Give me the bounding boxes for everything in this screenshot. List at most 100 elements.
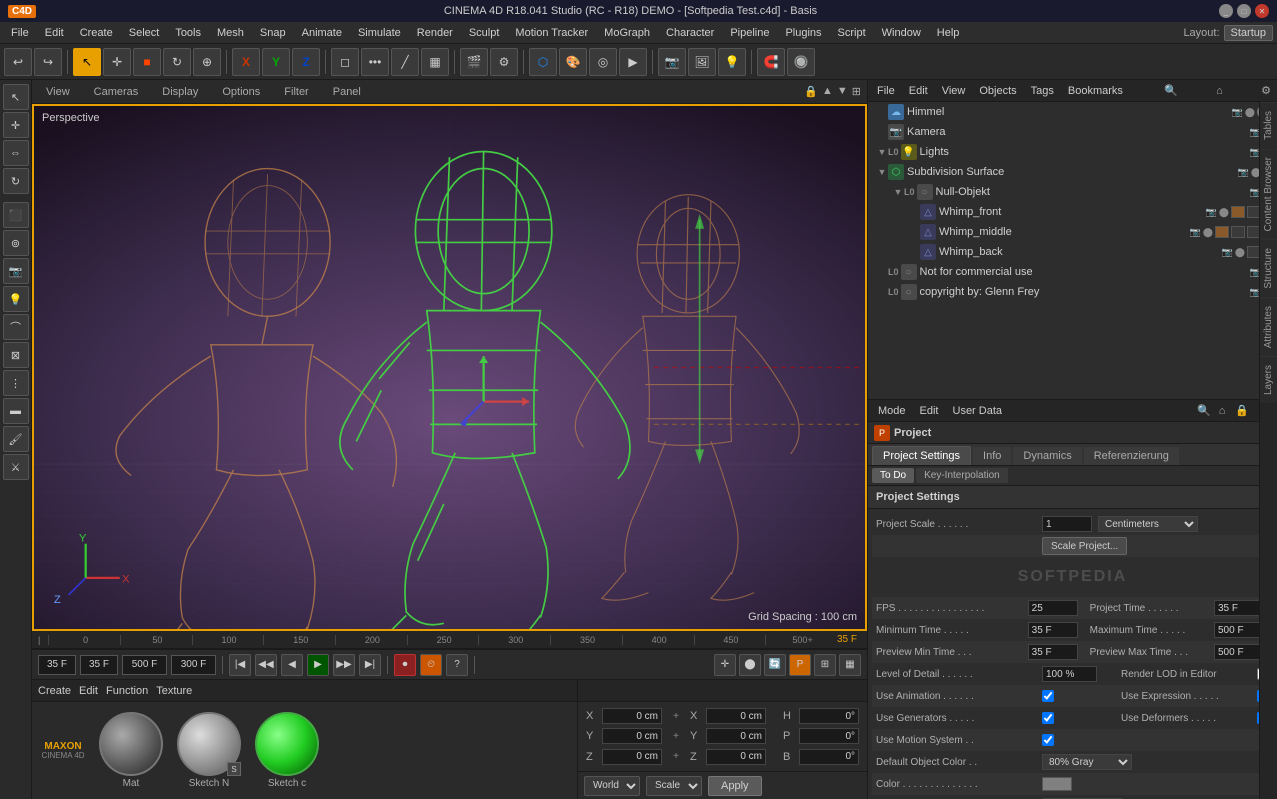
vp-icon-up[interactable]: ▲	[822, 85, 833, 98]
tool-cube[interactable]: ⬛	[3, 202, 29, 228]
tool-boole[interactable]: ⊠	[3, 342, 29, 368]
obj-row-whimp-front[interactable]: △ Whimp_front 📷 ⬤	[868, 202, 1277, 222]
record-transport[interactable]: ⬤	[739, 654, 761, 676]
attr-tab-info[interactable]: Info	[973, 447, 1011, 465]
menu-character[interactable]: Character	[659, 25, 721, 41]
menu-animate[interactable]: Animate	[295, 25, 349, 41]
material-sketch1[interactable]: S Sketch N	[174, 712, 244, 789]
vp-tab-filter[interactable]: Filter	[276, 84, 316, 100]
coord-b-input[interactable]	[799, 749, 859, 765]
menu-mograph[interactable]: MoGraph	[597, 25, 657, 41]
tool-rotate[interactable]: ↻	[3, 168, 29, 194]
axis-y[interactable]: Y	[262, 48, 290, 76]
layout-transport[interactable]: ▦	[839, 654, 861, 676]
vp-tab-options[interactable]: Options	[214, 84, 268, 100]
menu-help[interactable]: Help	[930, 25, 967, 41]
minimize-button[interactable]: _	[1219, 4, 1233, 18]
mat-menu-create[interactable]: Create	[38, 685, 71, 697]
menu-snap[interactable]: Snap	[253, 25, 293, 41]
attr-tab-referenzierung[interactable]: Referenzierung	[1084, 447, 1179, 465]
vert-tab-structure[interactable]: Structure	[1260, 239, 1277, 297]
coord-x-input[interactable]	[602, 708, 662, 724]
current-frame-input[interactable]	[80, 655, 118, 675]
attr-usemotion-checkbox[interactable]	[1042, 734, 1054, 746]
close-button[interactable]: ✕	[1255, 4, 1269, 18]
obj-menu-bookmarks[interactable]: Bookmarks	[1063, 83, 1128, 99]
attr-scale-input[interactable]	[1042, 516, 1092, 532]
undo-button[interactable]: ↩	[4, 48, 32, 76]
go-to-end[interactable]: ▶|	[359, 654, 381, 676]
menu-window[interactable]: Window	[875, 25, 928, 41]
pin-transport[interactable]: P	[789, 654, 811, 676]
obj-row-subdiv[interactable]: ▼ ⬡ Subdivision Surface 📷 ⬤	[868, 162, 1277, 182]
attr-search-icon[interactable]: 🔍	[1197, 404, 1211, 417]
vp-icon-lock[interactable]: 🔒	[804, 85, 818, 98]
render-view-button[interactable]: 🎬	[460, 48, 488, 76]
layout-dropdown[interactable]: Startup	[1224, 25, 1273, 41]
expand-subdiv[interactable]: ▼	[876, 167, 888, 177]
color-picker-btn[interactable]: 🎨	[559, 48, 587, 76]
tool-bend[interactable]: ⌒	[3, 314, 29, 340]
menu-mesh[interactable]: Mesh	[210, 25, 251, 41]
obj-row-copyright[interactable]: L0 ○ copyright by: Glenn Frey 📷 ⬤	[868, 282, 1277, 302]
axis-x[interactable]: X	[232, 48, 260, 76]
vert-tab-tables[interactable]: Tables	[1260, 102, 1277, 148]
move-tool[interactable]: ✛	[103, 48, 131, 76]
obj-menu-edit[interactable]: Edit	[904, 83, 933, 99]
attr-color-swatch[interactable]	[1042, 777, 1072, 791]
obj-row-null[interactable]: ▼ L0 ○ Null-Objekt 📷 ⬤	[868, 182, 1277, 202]
obj-home-icon[interactable]: ⌂	[1214, 83, 1225, 99]
menu-simulate[interactable]: Simulate	[351, 25, 408, 41]
vert-tab-layers[interactable]: Layers	[1260, 356, 1277, 403]
snap-btn[interactable]: 🧲	[757, 48, 785, 76]
menu-edit[interactable]: Edit	[38, 25, 71, 41]
polygon-mode[interactable]: ▦	[421, 48, 449, 76]
menu-render[interactable]: Render	[410, 25, 460, 41]
obj-settings-icon[interactable]: ⚙	[1259, 82, 1273, 99]
help-btn[interactable]: ?	[446, 654, 468, 676]
play-forward[interactable]: ▶	[307, 654, 329, 676]
vert-tab-content-browser[interactable]: Content Browser	[1260, 148, 1277, 239]
coord-z2-input[interactable]	[706, 749, 766, 765]
tool-select[interactable]: ↖	[3, 84, 29, 110]
soft-select-btn[interactable]: 🔘	[787, 48, 815, 76]
menu-script[interactable]: Script	[831, 25, 873, 41]
attr-subtab-keyinterp[interactable]: Key-Interpolation	[916, 468, 1008, 483]
material-swatch-mat[interactable]	[99, 712, 163, 776]
scale-project-button[interactable]: Scale Project...	[1042, 537, 1127, 555]
redo-button[interactable]: ↪	[34, 48, 62, 76]
coord-z-input[interactable]	[602, 749, 662, 765]
obj-menu-objects[interactable]: Objects	[974, 83, 1021, 99]
viewport[interactable]: Perspective Grid Spacing : 100 cm	[32, 104, 867, 631]
move-transport[interactable]: ✛	[714, 654, 736, 676]
texture-btn[interactable]: 🖼	[688, 48, 716, 76]
tool-array[interactable]: ⋮	[3, 370, 29, 396]
menu-pipeline[interactable]: Pipeline	[723, 25, 776, 41]
coord-h-input[interactable]	[799, 708, 859, 724]
timeline-btn[interactable]: ▶	[619, 48, 647, 76]
attr-prevmintime-input[interactable]	[1028, 644, 1078, 660]
coord-x2-input[interactable]	[706, 708, 766, 724]
expand-null[interactable]: ▼	[892, 187, 904, 197]
obj-row-notcommercial[interactable]: L0 ○ Not for commercial use 📷 ⬤	[868, 262, 1277, 282]
select-tool[interactable]: ↖	[73, 48, 101, 76]
loop-transport[interactable]: 🔄	[764, 654, 786, 676]
material-sketch2[interactable]: Sketch c	[252, 712, 322, 789]
transform-tool[interactable]: ⊕	[193, 48, 221, 76]
coord-toggle[interactable]: ⬡	[529, 48, 557, 76]
attr-menu-userdata[interactable]: User Data	[949, 403, 1007, 419]
obj-row-whimp-middle[interactable]: △ Whimp_middle 📷 ⬤	[868, 222, 1277, 242]
obj-row-lights[interactable]: ▼ L0 💡 Lights 📷 ⬤	[868, 142, 1277, 162]
apply-button[interactable]: Apply	[708, 776, 762, 796]
coord-y2-input[interactable]	[706, 728, 766, 744]
mat-menu-edit[interactable]: Edit	[79, 685, 98, 697]
vp-tab-view[interactable]: View	[38, 84, 78, 100]
attr-menu-mode[interactable]: Mode	[874, 403, 910, 419]
grid-transport[interactable]: ⊞	[814, 654, 836, 676]
camera-btn[interactable]: 📷	[658, 48, 686, 76]
obj-menu-tags[interactable]: Tags	[1026, 83, 1059, 99]
max-frame-input[interactable]	[171, 655, 216, 675]
object-mode[interactable]: ◻	[331, 48, 359, 76]
play-fast[interactable]: ▶▶	[333, 654, 355, 676]
attr-lock-icon[interactable]: 🔒	[1233, 402, 1251, 419]
